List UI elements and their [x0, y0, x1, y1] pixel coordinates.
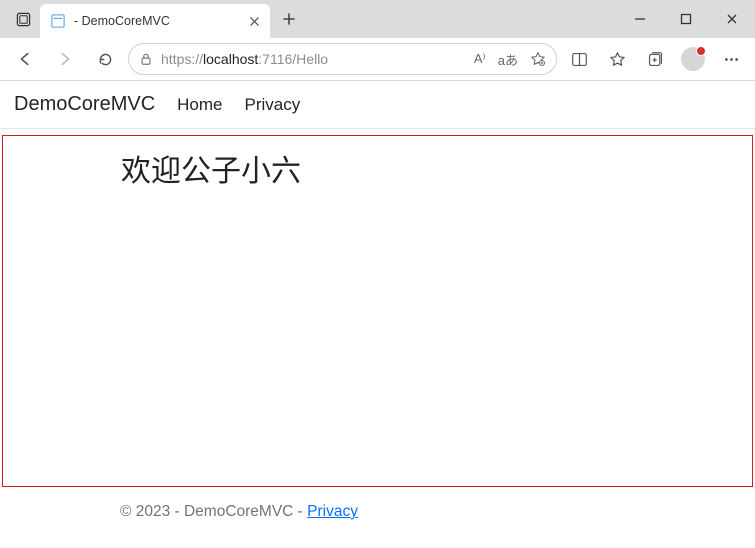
url-prefix: https:// — [161, 51, 203, 67]
favorites-icon[interactable] — [601, 43, 633, 75]
reading-mode-icon[interactable]: A⁾ — [474, 51, 486, 67]
footer-copyright: © 2023 - DemoCoreMVC - — [120, 503, 307, 520]
tab-close-button[interactable] — [249, 16, 260, 27]
new-tab-button[interactable] — [274, 4, 304, 34]
address-bar[interactable]: https://localhost:7116/Hello A⁾ aあ — [128, 43, 557, 75]
more-menu-icon[interactable] — [715, 43, 747, 75]
page-footer: © 2023 - DemoCoreMVC - Privacy — [0, 487, 755, 521]
page-favicon-icon — [50, 13, 66, 29]
window-maximize-button[interactable] — [663, 3, 709, 35]
window-close-button[interactable] — [709, 3, 755, 35]
favorite-star-icon[interactable] — [530, 51, 546, 67]
nav-privacy-link[interactable]: Privacy — [245, 95, 301, 115]
lock-icon — [139, 52, 153, 66]
tabs-overview-button[interactable] — [6, 2, 40, 36]
profile-avatar[interactable] — [677, 43, 709, 75]
translate-icon[interactable]: aあ — [498, 50, 518, 69]
browser-tab[interactable]: - DemoCoreMVC — [40, 4, 270, 38]
url-path: :7116/Hello — [258, 51, 328, 67]
forward-button[interactable] — [48, 42, 82, 76]
back-button[interactable] — [8, 42, 42, 76]
url-text: https://localhost:7116/Hello — [161, 51, 328, 67]
window-minimize-button[interactable] — [617, 3, 663, 35]
refresh-button[interactable] — [88, 42, 122, 76]
welcome-heading: 欢迎公子小六 — [121, 146, 752, 190]
main-content-box: 欢迎公子小六 — [2, 135, 753, 487]
url-host: localhost — [203, 51, 258, 67]
nav-home-link[interactable]: Home — [177, 95, 222, 115]
site-navbar: DemoCoreMVC Home Privacy — [0, 81, 755, 129]
tab-title: - DemoCoreMVC — [74, 14, 241, 28]
footer-privacy-link[interactable]: Privacy — [307, 503, 358, 520]
split-screen-icon[interactable] — [563, 43, 595, 75]
site-brand[interactable]: DemoCoreMVC — [14, 93, 155, 116]
collections-icon[interactable] — [639, 43, 671, 75]
